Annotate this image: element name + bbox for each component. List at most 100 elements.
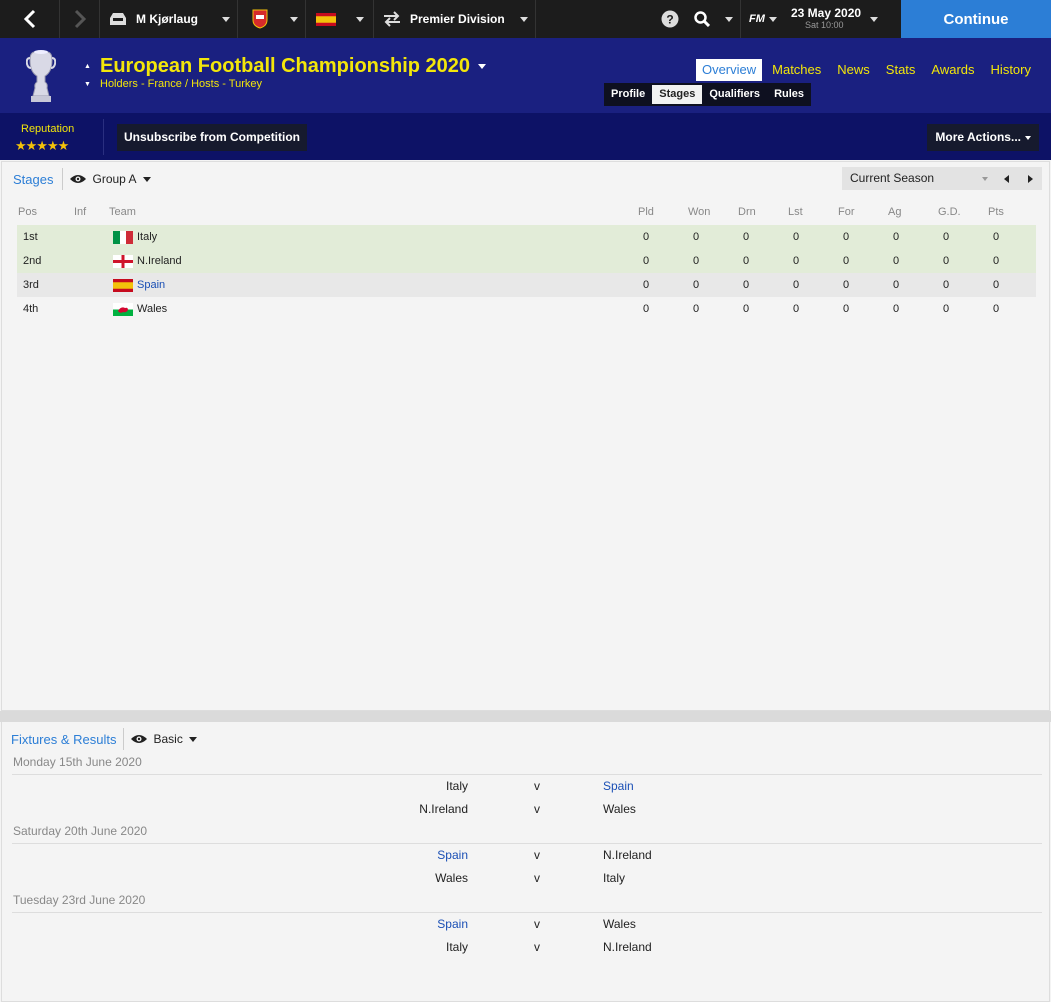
- chevron-down-icon: [355, 16, 364, 22]
- subtab-stages[interactable]: Stages: [652, 85, 703, 104]
- panel-splitter[interactable]: [0, 711, 1051, 722]
- forward-button[interactable]: [60, 0, 100, 38]
- italy-flag-icon: [113, 231, 133, 244]
- row-team[interactable]: Wales: [137, 297, 167, 321]
- manager-dropdown[interactable]: [214, 0, 238, 38]
- fixtures-panel-header: Fixtures & Results Basic: [2, 727, 1049, 751]
- table-row[interactable]: 3rd Spain 0 0 0 0 0 0 0 0: [17, 273, 1036, 297]
- fixture-home[interactable]: Italy: [446, 775, 468, 798]
- back-arrow-icon: [23, 9, 35, 29]
- continue-button[interactable]: Continue: [901, 0, 1051, 38]
- row-for: 0: [842, 231, 850, 243]
- tab-awards[interactable]: Awards: [925, 59, 980, 81]
- competition-header: ▲ ▼ European Football Championship 2020 H…: [0, 38, 1051, 113]
- help-button[interactable]: ?: [653, 0, 687, 38]
- fixture-row[interactable]: Italy v Spain: [12, 775, 1042, 798]
- division-dropdown[interactable]: [512, 0, 536, 38]
- row-pos: 4th: [23, 303, 39, 315]
- tab-history[interactable]: History: [985, 59, 1037, 81]
- fixture-away[interactable]: Wales: [603, 798, 636, 821]
- search-dropdown[interactable]: [717, 0, 741, 38]
- fixture-home[interactable]: Spain: [437, 844, 468, 867]
- row-gd: 0: [942, 279, 950, 291]
- nation-dropdown[interactable]: [346, 0, 374, 38]
- fixture-date: Saturday 20th June 2020: [12, 821, 1042, 844]
- tab-stats[interactable]: Stats: [880, 59, 922, 81]
- fixture-row[interactable]: Italy v N.Ireland: [12, 936, 1042, 959]
- subtab-rules[interactable]: Rules: [767, 83, 811, 106]
- divider: [123, 728, 125, 750]
- fixture-row[interactable]: Wales v Italy: [12, 867, 1042, 890]
- chevron-down-icon: [188, 736, 197, 742]
- fixture-row[interactable]: Spain v N.Ireland: [12, 844, 1042, 867]
- col-pos[interactable]: Pos: [18, 206, 37, 218]
- competition-title-wrap[interactable]: European Football Championship 2020: [100, 55, 487, 78]
- fixture-row[interactable]: N.Ireland v Wales: [12, 798, 1042, 821]
- season-next-button[interactable]: [1018, 167, 1042, 190]
- col-lst[interactable]: Lst: [788, 206, 803, 218]
- search-button[interactable]: [687, 0, 717, 38]
- row-pld: 0: [642, 303, 650, 315]
- row-gd: 0: [942, 255, 950, 267]
- trophy-icon: [26, 50, 56, 102]
- fixture-away[interactable]: N.Ireland: [603, 844, 652, 867]
- col-team[interactable]: Team: [109, 206, 136, 218]
- row-team[interactable]: N.Ireland: [137, 249, 182, 273]
- club-dropdown[interactable]: [282, 0, 306, 38]
- fm-menu[interactable]: FM: [741, 0, 785, 38]
- fixture-away[interactable]: Italy: [603, 867, 625, 890]
- competition-switcher[interactable]: ▲ ▼: [84, 58, 91, 94]
- fixtures-title[interactable]: Fixtures & Results: [11, 732, 116, 747]
- club-button[interactable]: [238, 0, 282, 38]
- season-prev-button[interactable]: [994, 167, 1018, 190]
- row-team[interactable]: Spain: [137, 273, 165, 297]
- season-select[interactable]: Current Season: [842, 167, 994, 190]
- swap-button[interactable]: [374, 0, 410, 38]
- inbox-button[interactable]: [100, 0, 136, 38]
- division-menu[interactable]: Premier Division: [410, 0, 512, 38]
- fixture-away[interactable]: N.Ireland: [603, 936, 652, 959]
- row-drn: 0: [742, 231, 750, 243]
- stages-title[interactable]: Stages: [13, 172, 53, 187]
- nation-button[interactable]: [306, 0, 346, 38]
- fixture-home[interactable]: Italy: [446, 936, 468, 959]
- col-won[interactable]: Won: [688, 206, 710, 218]
- fixture-row[interactable]: Spain v Wales: [12, 913, 1042, 936]
- manager-menu[interactable]: M Kjørlaug: [136, 0, 214, 38]
- more-actions-label: More Actions...: [935, 130, 1021, 144]
- subtab-qualifiers[interactable]: Qualifiers: [702, 83, 767, 106]
- fixtures-view-selector[interactable]: Basic: [131, 732, 197, 746]
- tab-overview[interactable]: Overview: [695, 59, 763, 81]
- col-drn[interactable]: Drn: [738, 206, 756, 218]
- subtab-profile[interactable]: Profile: [604, 83, 652, 106]
- fixture-v: v: [534, 848, 540, 862]
- col-pts[interactable]: Pts: [988, 206, 1004, 218]
- fixture-home[interactable]: N.Ireland: [419, 798, 468, 821]
- more-actions-button[interactable]: More Actions...: [927, 124, 1039, 151]
- fixture-away[interactable]: Spain: [603, 775, 634, 798]
- unsubscribe-button[interactable]: Unsubscribe from Competition: [117, 124, 308, 151]
- tab-matches[interactable]: Matches: [766, 59, 827, 81]
- col-inf[interactable]: Inf: [74, 206, 86, 218]
- group-selector[interactable]: Group A: [70, 172, 151, 186]
- back-button[interactable]: [0, 0, 60, 38]
- row-lst: 0: [792, 231, 800, 243]
- table-row[interactable]: 1st Italy 0 0 0 0 0 0 0 0: [17, 225, 1036, 249]
- tab-news[interactable]: News: [831, 59, 876, 81]
- spain-flag-icon: [113, 279, 133, 292]
- row-team[interactable]: Italy: [137, 225, 157, 249]
- table-row[interactable]: 4th Wales 0 0 0 0 0 0 0 0: [17, 297, 1036, 321]
- col-pld[interactable]: Pld: [638, 206, 654, 218]
- fm-logo: FM: [749, 13, 765, 25]
- col-gd[interactable]: G.D.: [938, 206, 961, 218]
- fixture-home[interactable]: Wales: [435, 867, 468, 890]
- fixture-date: Monday 15th June 2020: [12, 752, 1042, 775]
- col-ag[interactable]: Ag: [888, 206, 901, 218]
- date-dropdown[interactable]: [865, 0, 883, 38]
- col-for[interactable]: For: [838, 206, 855, 218]
- table-row[interactable]: 2nd N.Ireland 0 0 0 0 0 0 0 0: [17, 249, 1036, 273]
- main-tabs: Overview Matches News Stats Awards Histo…: [695, 59, 1037, 81]
- date-label: 23 May 2020: [791, 6, 862, 20]
- fixture-away[interactable]: Wales: [603, 913, 636, 936]
- fixture-home[interactable]: Spain: [437, 913, 468, 936]
